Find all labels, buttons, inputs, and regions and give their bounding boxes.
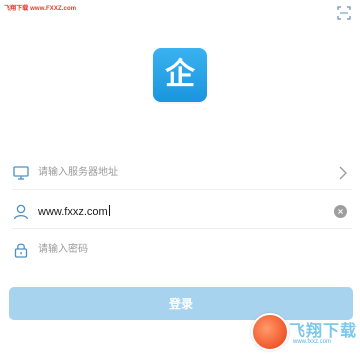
password-placeholder[interactable]: 请输入密码: [38, 242, 88, 258]
clear-icon[interactable]: ×: [334, 205, 347, 218]
username-input[interactable]: www.fxxz.com: [38, 204, 110, 220]
watermark-brand: 飞翔下载: [289, 321, 358, 340]
user-icon: [13, 204, 29, 220]
scan-icon[interactable]: [337, 6, 351, 20]
username-field[interactable]: www.fxxz.com ×: [0, 195, 360, 229]
watermark-logo-icon: [251, 313, 289, 351]
login-button-label: 登录: [168, 297, 193, 311]
lock-icon: [14, 243, 28, 258]
corner-watermark: 飞翔下载 www.fxxz.com: [243, 311, 360, 355]
watermark-site: www.fxxz.com: [293, 339, 332, 345]
chevron-right-icon[interactable]: [338, 166, 348, 180]
app-logo-glyph: 企: [165, 57, 195, 92]
text-caret: [108, 205, 110, 216]
watermark-top-text: 飞翔下载 www.FXXZ.com: [4, 6, 77, 12]
divider: [12, 189, 352, 190]
app-logo: 企: [153, 48, 207, 102]
divider: [12, 228, 352, 229]
server-address-placeholder[interactable]: 请输入服务器地址: [38, 165, 118, 181]
password-field[interactable]: 请输入密码: [0, 233, 360, 267]
username-value: www.fxxz.com: [38, 206, 108, 218]
server-address-field[interactable]: 请输入服务器地址: [0, 156, 360, 190]
monitor-icon: [13, 166, 29, 180]
